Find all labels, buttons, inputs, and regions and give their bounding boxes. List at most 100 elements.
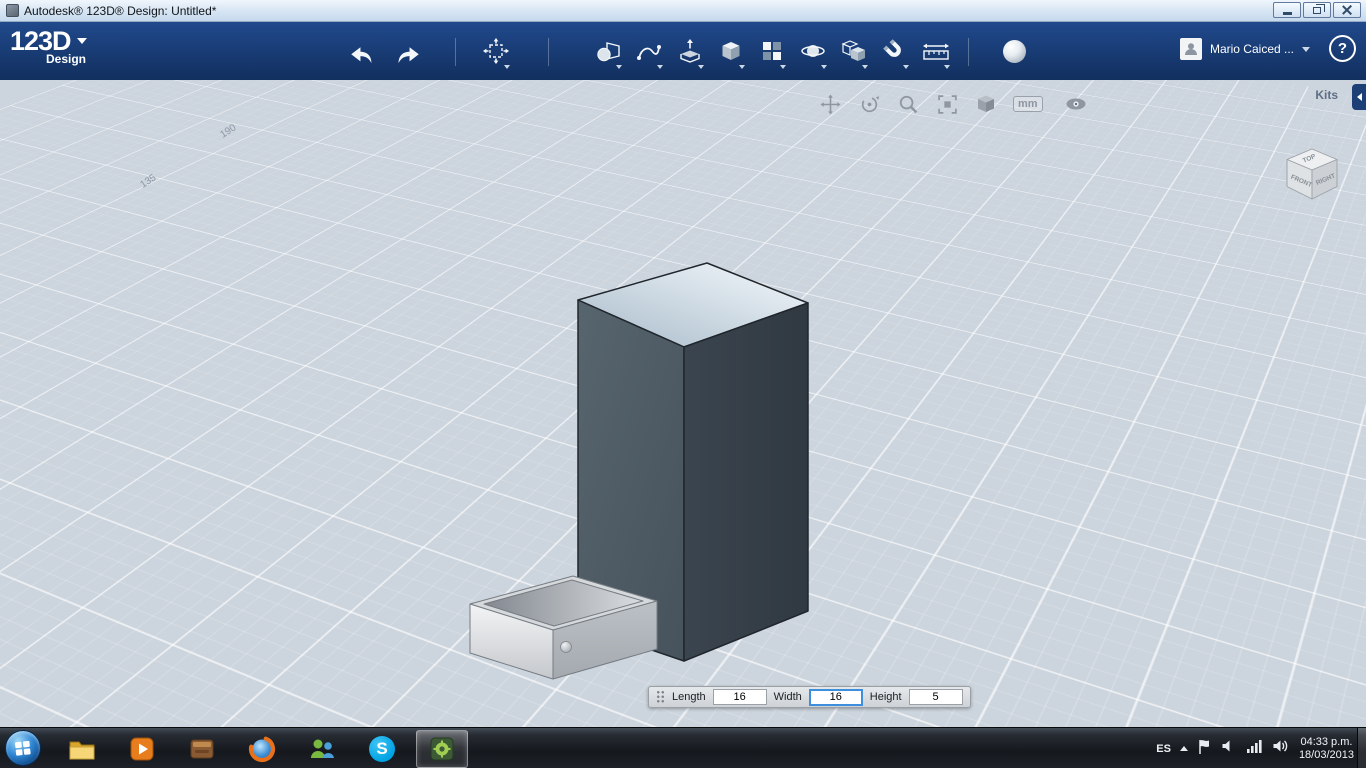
units-toggle[interactable]: mm [1013, 96, 1043, 112]
network-button[interactable] [1246, 738, 1263, 759]
media-player-icon [129, 736, 155, 762]
viewport-3d[interactable]: 190 135 mm Kits TOP FRONT RIGHT Length 1… [0, 80, 1366, 727]
workbench-icon [189, 736, 215, 762]
app-menu[interactable]: 123D Design [10, 26, 87, 66]
taskbar-item-media-player[interactable] [116, 730, 168, 768]
length-input[interactable] [713, 689, 767, 705]
undo-button[interactable] [345, 38, 377, 76]
taskbar-item-123d-design[interactable] [416, 730, 468, 768]
toolbar-divider [968, 38, 969, 66]
pattern-tool-button[interactable] [756, 32, 788, 70]
visibility-button[interactable] [1064, 92, 1088, 116]
modify-cube-icon [718, 38, 744, 64]
taskbar-clock[interactable]: 04:33 p.m. 18/03/2013 [1299, 736, 1354, 762]
folder-icon [68, 737, 96, 761]
magnet-caret-icon [903, 65, 909, 69]
clock-time: 04:33 p.m. [1300, 736, 1352, 749]
undo-redo-group [345, 38, 425, 76]
shading-mode-button[interactable] [974, 92, 998, 116]
avatar [1180, 38, 1202, 60]
orbit-icon [859, 94, 880, 115]
height-input[interactable] [909, 689, 963, 705]
primitives-tool-button[interactable] [592, 32, 624, 70]
taskbar-item-firefox[interactable] [236, 730, 288, 768]
close-icon [1342, 5, 1352, 15]
hidden-icons-button[interactable] [1180, 746, 1188, 751]
canvas-3d-models [0, 80, 1366, 727]
user-icon [1183, 41, 1199, 57]
close-button[interactable] [1333, 2, 1361, 18]
audio-device-button[interactable] [1221, 738, 1237, 759]
toolbar-divider [548, 38, 549, 66]
width-input[interactable] [809, 689, 863, 706]
taskbar-item-skype[interactable]: S [356, 730, 408, 768]
pattern-caret-icon [780, 65, 786, 69]
action-center-button[interactable] [1197, 738, 1212, 760]
taskbar-item-messenger[interactable] [296, 730, 348, 768]
screen: Autodesk® 123D® Design: Untitled* 123D D… [0, 0, 1366, 768]
material-tool-button[interactable] [998, 32, 1030, 70]
skype-icon: S [369, 736, 395, 762]
chevron-left-icon [1357, 93, 1362, 101]
modify-tool-button[interactable] [715, 32, 747, 70]
primitives-caret-icon [616, 65, 622, 69]
show-desktop-button[interactable] [1357, 728, 1366, 768]
dimension-parameter-bar: Length Width Height [648, 686, 971, 708]
minimize-icon [1283, 12, 1292, 15]
pattern-icon [760, 39, 784, 63]
sketch-tool-button[interactable] [633, 32, 665, 70]
zoom-button[interactable] [896, 92, 920, 116]
restore-button[interactable] [1303, 2, 1331, 18]
pan-button[interactable] [818, 92, 842, 116]
network-signal-icon [1246, 738, 1263, 754]
length-label: Length [672, 691, 706, 703]
flag-icon [1197, 738, 1212, 755]
user-name: Mario Caiced ... [1210, 42, 1294, 56]
revolve-snap-icon [800, 38, 826, 64]
redo-button[interactable] [393, 38, 425, 76]
windows-logo-icon [13, 738, 33, 758]
clock-date: 18/03/2013 [1299, 749, 1354, 762]
messenger-people-icon [308, 736, 336, 762]
help-button[interactable]: ? [1329, 35, 1356, 62]
combine-caret-icon [862, 65, 868, 69]
help-label: ? [1338, 40, 1347, 57]
title-bar: Autodesk® 123D® Design: Untitled* [0, 0, 1366, 22]
eye-icon [1065, 96, 1087, 112]
measure-tool-button[interactable] [920, 32, 952, 70]
window-app-icon [6, 4, 19, 17]
minimize-button[interactable] [1273, 2, 1301, 18]
volume-button[interactable] [1272, 738, 1290, 759]
modify-caret-icon [739, 65, 745, 69]
zoom-icon [898, 94, 919, 115]
undo-icon [348, 44, 374, 70]
start-button[interactable] [5, 730, 41, 766]
combine-icon [841, 38, 867, 64]
system-tray: ES 04:33 p.m. 18/03/2013 [1156, 728, 1354, 768]
construct-caret-icon [698, 65, 704, 69]
magnet-tool-button[interactable] [879, 32, 911, 70]
fit-view-button[interactable] [935, 92, 959, 116]
taskbar-item-app[interactable] [176, 730, 228, 768]
construct-tool-button[interactable] [674, 32, 706, 70]
user-account[interactable]: Mario Caiced ... [1180, 38, 1310, 60]
measure-caret-icon [944, 65, 950, 69]
kits-panel-label: Kits [1315, 88, 1338, 102]
volume-icon [1272, 738, 1290, 754]
transform-move-icon [483, 38, 509, 64]
kits-panel-toggle[interactable] [1352, 84, 1366, 110]
taskbar-item-explorer[interactable] [56, 730, 108, 768]
transform-caret-icon [504, 65, 510, 69]
param-bar-handle[interactable] [656, 690, 665, 704]
window-controls [1273, 2, 1361, 18]
combine-tool-button[interactable] [838, 32, 870, 70]
tool-group [592, 32, 952, 70]
model-sphere-dot[interactable] [561, 642, 572, 653]
transform-tool-button[interactable] [480, 32, 512, 70]
measure-icon [922, 39, 950, 63]
revolve-tool-button[interactable] [797, 32, 829, 70]
app-logo-sub: Design [46, 52, 87, 66]
language-indicator[interactable]: ES [1156, 743, 1171, 755]
orbit-button[interactable] [857, 92, 881, 116]
view-cube[interactable]: TOP FRONT RIGHT [1272, 136, 1352, 216]
